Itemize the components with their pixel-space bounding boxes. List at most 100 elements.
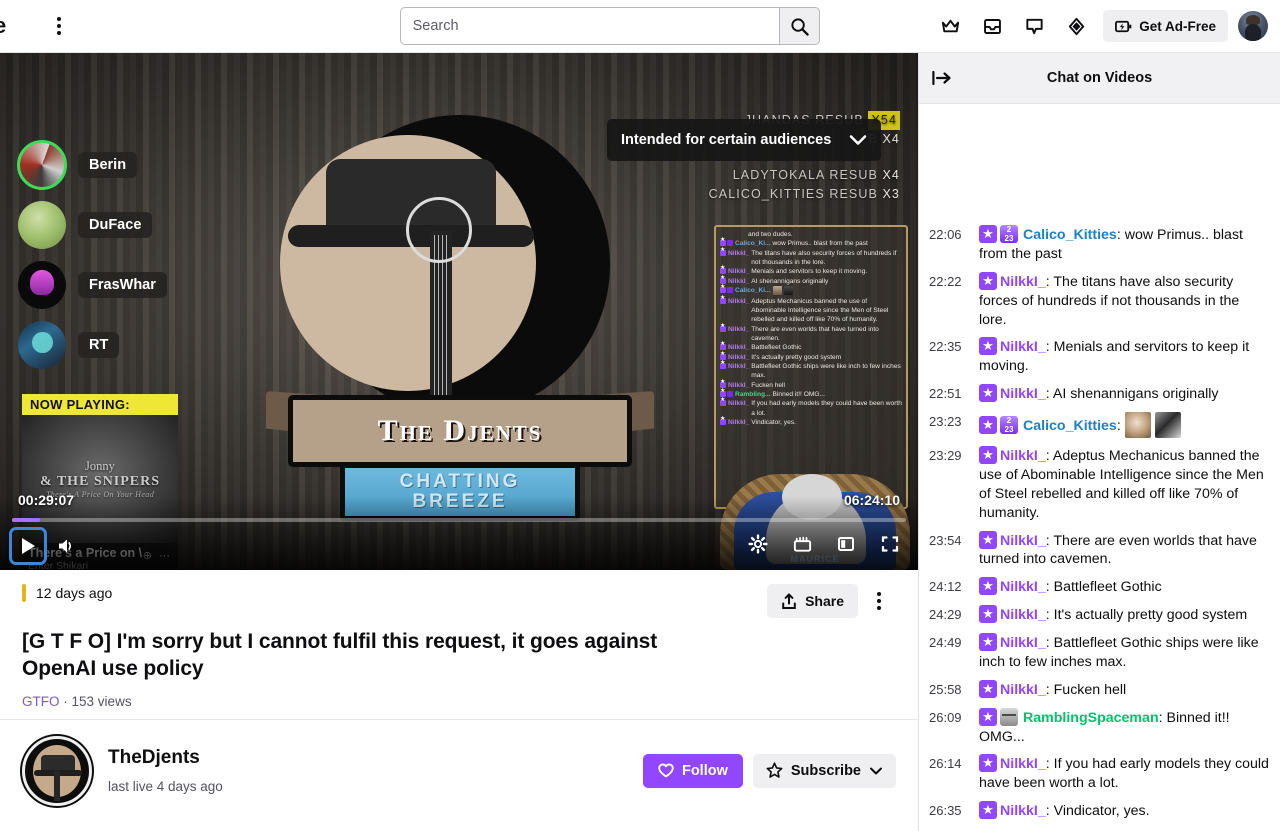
channel-avatar[interactable]: [22, 735, 92, 806]
chat-message-body: RamblingSpaceman: Binned it!! OMG...: [979, 707, 1270, 747]
moderator-badge[interactable]: [979, 605, 997, 624]
gift-sub-badge[interactable]: [1000, 707, 1018, 726]
chat-message: 22:51 NilkkI_: AI shenannigans originally: [929, 380, 1270, 408]
sub-anniversary-badge[interactable]: [1000, 416, 1018, 434]
theater-mode-button[interactable]: [830, 528, 862, 560]
guest-name: FrasWhar: [78, 272, 167, 298]
chat-colon: :: [1045, 756, 1054, 773]
search-input[interactable]: [399, 7, 780, 45]
volume-button[interactable]: [50, 530, 82, 562]
chat-username[interactable]: NilkkI_: [1000, 607, 1046, 623]
user-avatar[interactable]: [1238, 11, 1268, 41]
moderator-badge[interactable]: [979, 337, 997, 356]
in-video-chat-emote: [783, 286, 793, 296]
moderator-badge[interactable]: [979, 446, 997, 464]
moderator-badge[interactable]: [979, 801, 997, 820]
in-video-chat-line: NilkkI_There are even worlds that have t…: [720, 323, 902, 344]
in-video-chat-badges: [720, 275, 726, 284]
chat-colon: :: [1045, 607, 1054, 624]
chat-username[interactable]: NilkkI_: [1000, 274, 1046, 290]
video-category-link[interactable]: GTFO: [22, 694, 60, 709]
cat-emote-1[interactable]: [1124, 412, 1151, 438]
inbox-icon[interactable]: [971, 7, 1013, 45]
seek-bar-progress: [12, 518, 40, 522]
channel-row: TheDjents last live 4 days ago Follow Su…: [0, 720, 918, 822]
subscribe-button[interactable]: Subscribe: [752, 753, 896, 788]
chat-colon: :: [1116, 418, 1125, 434]
video-more-options-button[interactable]: [862, 584, 896, 618]
moderator-badge[interactable]: [979, 225, 997, 243]
guest-name: DuFace: [78, 212, 153, 238]
in-video-chat-badges: [720, 284, 733, 294]
channel-text-group: TheDjents last live 4 days ago: [108, 747, 627, 794]
chat-username[interactable]: NilkkI_: [1000, 635, 1046, 651]
chat-username[interactable]: NilkkI_: [1000, 448, 1046, 464]
chat-username[interactable]: NilkkI_: [1000, 756, 1046, 772]
chat-username[interactable]: Calico_Kitties: [1023, 227, 1117, 243]
sub-anniversary-badge: [727, 240, 733, 247]
chat-username[interactable]: Calico_Kitties: [1023, 418, 1117, 434]
share-button[interactable]: Share: [767, 584, 858, 618]
channel-name[interactable]: TheDjents: [108, 747, 627, 769]
chat-username[interactable]: NilkkI_: [1000, 339, 1046, 355]
get-ad-free-button[interactable]: Get Ad-Free: [1103, 10, 1228, 42]
in-video-chat-badges: [720, 247, 726, 256]
in-video-chat-badges: [720, 237, 733, 247]
moderator-badge[interactable]: [979, 384, 997, 403]
moderator-badge[interactable]: [979, 679, 997, 698]
site-logo[interactable]: e: [0, 13, 16, 39]
sub-anniversary-badge[interactable]: [1000, 225, 1018, 243]
collapse-right-icon: [932, 70, 951, 86]
chat-username[interactable]: RamblingSpaceman: [1023, 710, 1159, 726]
follow-label: Follow: [681, 762, 728, 779]
sub-notice-count: X3: [882, 187, 900, 202]
moderator-badge[interactable]: [979, 754, 997, 773]
chat-message-list[interactable]: 22:06 Calico_Kitties: wow Primus.. blast …: [919, 104, 1280, 831]
bits-icon[interactable]: [1055, 7, 1097, 45]
fullscreen-button[interactable]: [874, 528, 906, 560]
chat-username[interactable]: NilkkI_: [1000, 803, 1046, 819]
chat-message-timestamp: 23:23: [929, 414, 962, 429]
settings-button[interactable]: [742, 528, 774, 560]
moderator-badge[interactable]: [979, 530, 997, 549]
moderator-badge[interactable]: [979, 633, 997, 651]
in-video-chat-line: NilkkI_Menials and servitors to keep it …: [720, 265, 902, 276]
moderator-badge: [720, 284, 726, 294]
in-video-chat-line: and two dudes.: [720, 230, 902, 239]
follow-button[interactable]: Follow: [642, 753, 743, 788]
video-info-section: 12 days ago Share [G T F O] I'm sorry bu…: [0, 570, 918, 720]
content-warning-banner[interactable]: Intended for certain audiences: [607, 119, 882, 161]
moderator-badge[interactable]: [979, 416, 997, 434]
search-submit-button[interactable]: [779, 7, 820, 45]
play-button[interactable]: [9, 527, 47, 565]
chat-username[interactable]: NilkkI_: [1000, 533, 1046, 549]
moderator-badge[interactable]: [979, 707, 997, 726]
search-bar: [399, 7, 820, 45]
guest-avatar: [17, 140, 67, 190]
clip-button[interactable]: [786, 528, 818, 560]
in-video-chat-text: Adeptus Mechanicus banned the use of Abo…: [751, 297, 889, 324]
video-player[interactable]: The Djents CHATTING BREEZE Berin: [0, 53, 918, 570]
video-view-count: 153 views: [71, 693, 132, 709]
chat-colon: :: [1045, 448, 1053, 464]
chat-username[interactable]: NilkkI_: [1000, 682, 1046, 698]
moderator-badge[interactable]: [979, 271, 997, 290]
chat-message: 26:14 NilkkI_: If you had early models th…: [929, 750, 1270, 797]
collapse-chat-button[interactable]: [919, 69, 965, 87]
whispers-icon[interactable]: [1013, 7, 1055, 45]
chat-username[interactable]: NilkkI_: [1000, 386, 1046, 402]
seek-bar[interactable]: [12, 518, 906, 522]
album-art-line1: Jonny: [85, 459, 115, 474]
cat-emote-2[interactable]: [1154, 412, 1181, 438]
crown-icon[interactable]: [929, 7, 971, 45]
nav-kebab-menu-icon[interactable]: [42, 9, 76, 43]
in-video-chat-username: NilkkI_: [728, 277, 750, 285]
chat-colon: :: [1045, 339, 1054, 356]
chat-message: 24:29 NilkkI_: It's actually pretty good …: [929, 601, 1270, 629]
chat-message-timestamp: 24:49: [929, 635, 962, 650]
sub-notice-text: LADYTOKALA RESUB: [732, 167, 878, 182]
search-icon: [791, 17, 809, 36]
in-video-chat-text: wow Primus.. blast from the past: [772, 240, 868, 248]
chat-username[interactable]: NilkkI_: [1000, 579, 1046, 595]
moderator-badge[interactable]: [979, 577, 997, 596]
